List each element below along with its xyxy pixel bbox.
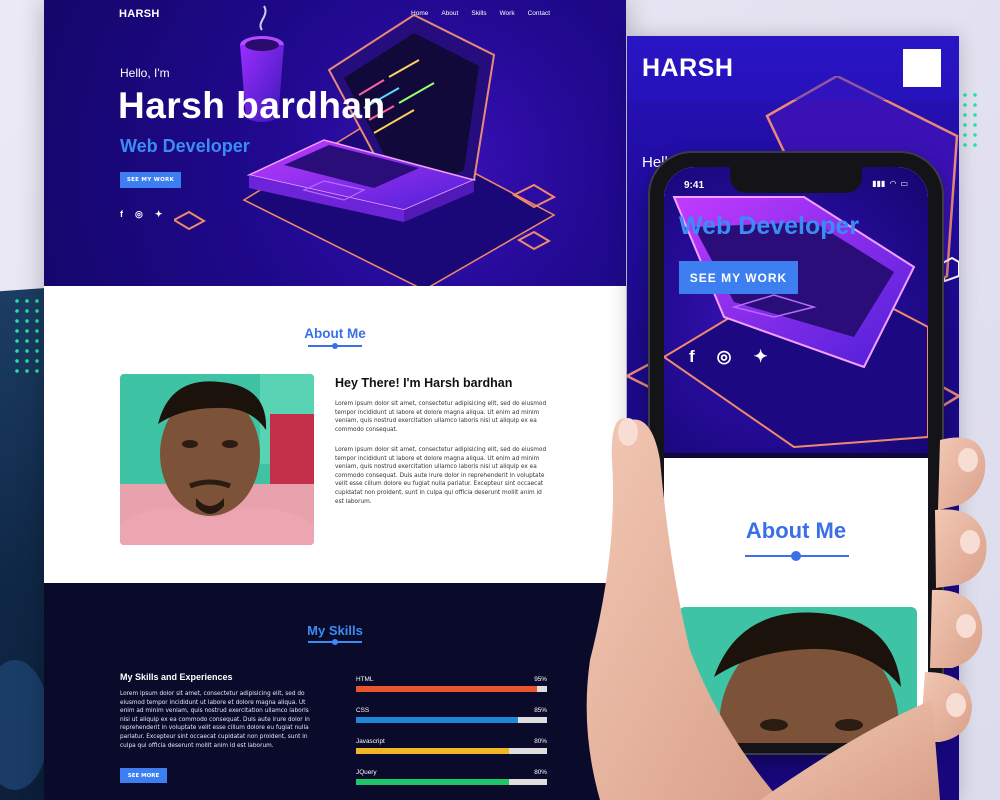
skill-name: Javascript (356, 738, 385, 745)
top-nav: HARSH Home About Skills Work Contact (44, 0, 626, 30)
about-paragraph-1: Lorem ipsum dolor sit amet, consectetur … (335, 401, 547, 433)
skill-bar-track (356, 717, 547, 723)
status-icons: ▮▮▮ ◠ ▭ (872, 179, 908, 188)
hero-greeting: Hello, I'm (120, 66, 170, 80)
skills-heading: My Skills and Experiences (120, 672, 233, 682)
about-section: About Me Hey There! I'm Harsh bardhan Lo… (44, 286, 626, 583)
twitter-icon[interactable]: ✦ (155, 209, 163, 220)
about-paragraph-2: Lorem ipsum dolor sit amet, consectetur … (335, 447, 547, 505)
desktop-mockup: HARSH Home About Skills Work Contact Hel… (44, 0, 626, 800)
status-time: 9:41 (684, 180, 705, 191)
facebook-icon[interactable]: f (120, 209, 123, 220)
nav-link-skills[interactable]: Skills (471, 10, 486, 17)
phone-mockup: 9:41 ▮▮▮ ◠ ▭ Web Developer SEE MY WORK f… (650, 153, 942, 753)
mobile-hero: Web Developer SEE MY WORK f ◎ ✦ (664, 167, 928, 453)
wifi-icon: ◠ (889, 179, 897, 188)
skill-percent: 85% (534, 707, 547, 714)
profile-photo (120, 374, 314, 545)
facebook-icon[interactable]: f (689, 347, 695, 367)
phone-screen: 9:41 ▮▮▮ ◠ ▭ Web Developer SEE MY WORK f… (664, 167, 928, 743)
hero-role: Web Developer (120, 136, 250, 156)
skills-title: My Skills (307, 623, 363, 638)
nav-link-home[interactable]: Home (411, 10, 428, 17)
skill-bar-track (356, 686, 547, 692)
skill-jquery: JQuery 80% (356, 769, 547, 785)
nav-link-about[interactable]: About (441, 10, 458, 17)
skill-html: HTML 95% (356, 676, 547, 692)
skill-bar-fill (356, 717, 519, 723)
menu-button[interactable] (903, 49, 941, 87)
title-underline-dot (791, 551, 801, 561)
skills-section: My Skills My Skills and Experiences Lore… (44, 583, 626, 800)
signal-icon: ▮▮▮ (872, 179, 886, 188)
about-title: About Me (304, 326, 366, 341)
skill-name: JQuery (356, 769, 377, 776)
skills-paragraph: Lorem ipsum dolor sit amet, consectetur … (120, 691, 310, 749)
tablet-header: HARSH (627, 36, 959, 100)
skill-css: CSS 85% (356, 707, 547, 723)
skill-name: CSS (356, 707, 370, 714)
nav-menu: Home About Skills Work Contact (411, 10, 550, 17)
see-my-work-button[interactable]: SEE MY WORK (679, 261, 798, 294)
skill-bar-fill (356, 686, 538, 692)
section-divider (664, 453, 928, 458)
about-heading: Hey There! I'm Harsh bardhan (335, 376, 513, 390)
profile-photo (679, 607, 917, 743)
battery-icon: ▭ (900, 179, 908, 188)
site-logo[interactable]: HARSH (642, 54, 733, 83)
site-logo[interactable]: HARSH (119, 8, 160, 20)
social-links: f ◎ ✦ (689, 347, 768, 367)
skill-bar-fill (356, 779, 509, 785)
hero-section: HARSH Home About Skills Work Contact Hel… (44, 0, 626, 286)
skill-bar-fill (356, 748, 509, 754)
see-more-button[interactable]: SEE MORE (120, 768, 167, 783)
skill-bar-track (356, 779, 547, 785)
social-links: f ◎ ✦ (120, 209, 162, 220)
see-my-work-button[interactable]: SEE MY WORK (120, 172, 181, 188)
title-underline-dot (332, 639, 338, 645)
instagram-icon[interactable]: ◎ (135, 209, 143, 220)
hero-name: Harsh bardhan (118, 85, 386, 126)
nav-link-contact[interactable]: Contact (528, 10, 550, 17)
skill-name: HTML (356, 676, 374, 683)
twitter-icon[interactable]: ✦ (754, 347, 768, 367)
nav-link-work[interactable]: Work (500, 10, 515, 17)
about-title: About Me (745, 518, 847, 543)
phone-notch (730, 167, 862, 193)
laptop-illustration (664, 196, 928, 449)
skill-bar-track (356, 748, 547, 754)
skill-percent: 80% (534, 738, 547, 745)
skill-javascript: Javascript 80% (356, 738, 547, 754)
background-dots (960, 90, 980, 150)
hero-role: Web Developer (679, 212, 860, 240)
instagram-icon[interactable]: ◎ (717, 347, 732, 367)
skill-percent: 80% (534, 769, 547, 776)
title-underline-dot (332, 343, 338, 349)
skill-percent: 95% (534, 676, 547, 683)
